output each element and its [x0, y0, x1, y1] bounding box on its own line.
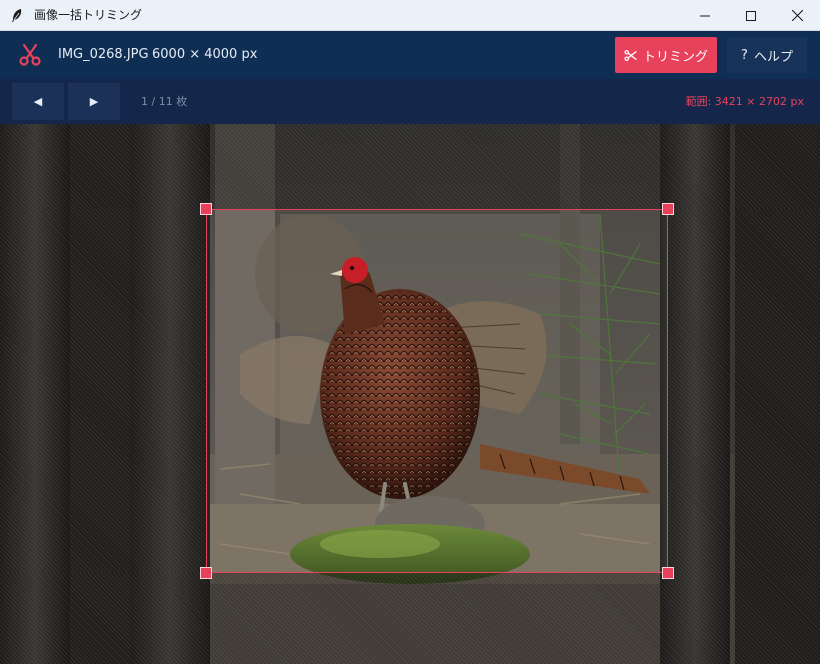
title-bar: 画像一括トリミング	[0, 0, 820, 31]
app-header: IMG_0268.JPG 6000 × 4000 px トリミング ? ヘルプ	[0, 31, 820, 79]
prev-image-button[interactable]: ◀	[12, 83, 64, 120]
trim-button[interactable]: トリミング	[615, 37, 717, 73]
trim-button-label: トリミング	[642, 49, 708, 65]
minimize-icon	[700, 15, 710, 16]
maximize-icon	[746, 10, 756, 21]
maximize-button[interactable]	[728, 0, 774, 31]
help-button-label: ヘルプ	[753, 49, 793, 65]
scissors-icon	[624, 49, 637, 61]
navigation-toolbar: ◀ ▶ 1 / 11 枚 範囲: 3421 × 2702 px	[0, 79, 820, 124]
crop-handle-bottom-left[interactable]	[200, 567, 212, 579]
crop-handle-bottom-right[interactable]	[662, 567, 674, 579]
help-icon: ?	[741, 47, 748, 63]
image-canvas[interactable]	[0, 124, 820, 664]
crop-mask-bottom	[0, 573, 820, 664]
window-title: 画像一括トリミング	[34, 8, 143, 22]
triangle-right-icon: ▶	[89, 95, 99, 108]
crop-handle-top-left[interactable]	[200, 203, 212, 215]
close-button[interactable]	[774, 0, 820, 31]
image-size: 6000 × 4000 px	[152, 47, 258, 62]
crop-mask-top	[0, 124, 820, 209]
scissors-icon	[19, 43, 41, 66]
image-counter: 1 / 11 枚	[141, 95, 188, 108]
crop-handle-top-right[interactable]	[662, 203, 674, 215]
triangle-left-icon: ◀	[33, 95, 43, 108]
minimize-button[interactable]	[682, 0, 728, 31]
feather-icon	[12, 9, 22, 22]
close-icon	[791, 10, 803, 21]
file-name: IMG_0268.JPG	[58, 47, 149, 62]
next-image-button[interactable]: ▶	[68, 83, 120, 120]
crop-mask-left	[0, 209, 206, 573]
crop-selection[interactable]	[206, 209, 668, 573]
crop-mask-right	[668, 209, 820, 573]
help-button[interactable]: ? ヘルプ	[727, 37, 807, 73]
crop-range-readout: 範囲: 3421 × 2702 px	[685, 95, 804, 108]
